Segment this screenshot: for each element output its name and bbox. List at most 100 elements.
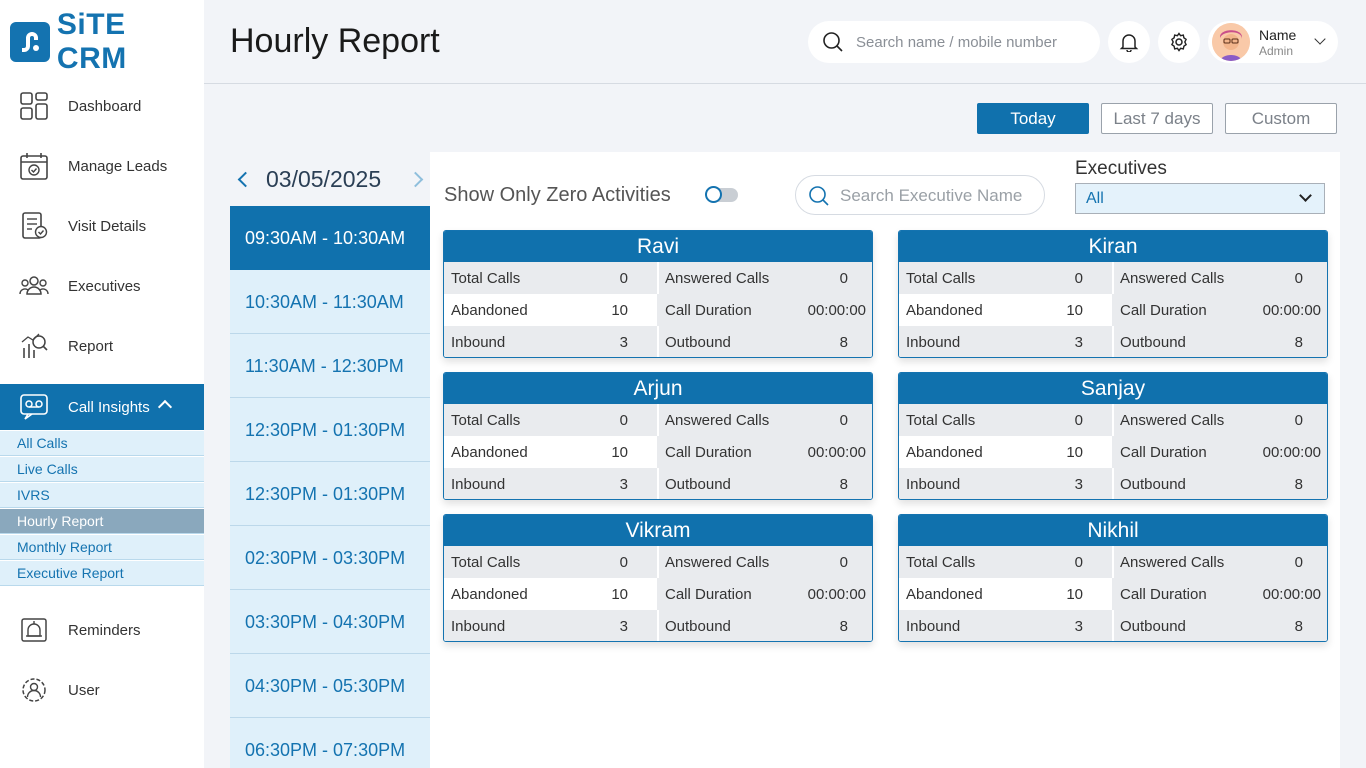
stats-row: Total Calls 0 Answered Calls 0 xyxy=(444,546,872,578)
stats-row: Abandoned 10 Call Duration 00:00:00 xyxy=(899,436,1327,468)
stat-value: 8 xyxy=(1294,476,1303,493)
stats-row: Abandoned 10 Call Duration 00:00:00 xyxy=(899,578,1327,610)
executive-search-input[interactable] xyxy=(840,185,1036,207)
stat-value: 00:00:00 xyxy=(1262,586,1321,603)
profile-name: Name xyxy=(1259,27,1297,43)
stats-row: Inbound 3 Outbound 8 xyxy=(899,326,1327,357)
stat-value: 10 xyxy=(611,444,628,461)
stat-value: 10 xyxy=(1066,586,1083,603)
app-name: SiTE CRM xyxy=(56,8,127,75)
stat-label: Answered Calls xyxy=(1120,412,1225,429)
executive-card: Vikram Total Calls 0 Answered Calls 0 Abandon… xyxy=(443,514,873,642)
stat-label: Outbound xyxy=(665,476,731,493)
stat-label: Answered Calls xyxy=(1120,270,1225,287)
sidebar-item-label: User xyxy=(68,681,100,699)
stat-value: 00:00:00 xyxy=(807,586,866,603)
next-date-icon[interactable] xyxy=(407,171,424,188)
executive-search[interactable] xyxy=(795,175,1045,215)
stat-value: 00:00:00 xyxy=(1262,444,1321,461)
logo-mark-icon xyxy=(10,22,50,62)
stat-value: 3 xyxy=(619,334,628,351)
stat-value: 0 xyxy=(619,412,628,429)
custom-range-button[interactable]: Custom xyxy=(1225,103,1337,134)
stat-label: Abandoned xyxy=(451,444,528,461)
stat-value: 0 xyxy=(1074,554,1083,571)
sidebar-item-manage-leads[interactable]: Manage Leads xyxy=(0,143,204,189)
report-panel: Show Only Zero Activities Executives All… xyxy=(430,152,1340,768)
today-button[interactable]: Today xyxy=(977,103,1089,134)
sidebar-item-dashboard[interactable]: Dashboard xyxy=(0,83,204,129)
stat-label: Abandoned xyxy=(906,302,983,319)
chevron-down-icon xyxy=(1314,33,1326,45)
stats-row: Abandoned 10 Call Duration 00:00:00 xyxy=(444,578,872,610)
stats-row: Inbound 3 Outbound 8 xyxy=(444,468,872,499)
time-slot[interactable]: 06:30PM - 07:30PM xyxy=(230,718,430,768)
stat-value: 8 xyxy=(1294,334,1303,351)
time-slot[interactable]: 09:30AM - 10:30AM xyxy=(230,206,430,270)
search-icon xyxy=(823,32,843,52)
sidebar-subitem-hourly-report[interactable]: Hourly Report xyxy=(0,509,204,534)
sidebar-item-reminders[interactable]: Reminders xyxy=(0,607,204,653)
zero-activities-label: Show Only Zero Activities xyxy=(444,184,671,206)
prev-date-icon[interactable] xyxy=(237,171,254,188)
sidebar-item-call-insights[interactable]: Call Insights xyxy=(0,384,204,430)
stat-label: Total Calls xyxy=(906,270,976,287)
stat-label: Call Duration xyxy=(665,444,752,461)
toggle-knob xyxy=(705,186,722,203)
gear-icon xyxy=(1171,32,1187,52)
sidebar-subitem-live-calls[interactable]: Live Calls xyxy=(0,457,204,482)
time-slot[interactable]: 04:30PM - 05:30PM xyxy=(230,654,430,718)
stat-value: 00:00:00 xyxy=(807,444,866,461)
executive-name: Vikram xyxy=(444,515,872,546)
user-gear-icon xyxy=(22,678,46,702)
sidebar-subitem-executive-report[interactable]: Executive Report xyxy=(0,561,204,586)
stat-label: Call Duration xyxy=(1120,586,1207,603)
stat-value: 00:00:00 xyxy=(807,302,866,319)
stat-label: Inbound xyxy=(451,476,506,493)
sidebar-subitem-monthly-report[interactable]: Monthly Report xyxy=(0,535,204,560)
executives-select[interactable]: All xyxy=(1075,183,1325,214)
calendar-check-icon xyxy=(20,153,48,180)
time-slot[interactable]: 12:30PM - 01:30PM xyxy=(230,462,430,526)
sidebar-item-visit-details[interactable]: Visit Details xyxy=(0,203,204,249)
time-slot[interactable]: 11:30AM - 12:30PM xyxy=(230,334,430,398)
executive-card: Kiran Total Calls 0 Answered Calls 0 Abandone… xyxy=(898,230,1328,358)
sidebar-subitem-all-calls[interactable]: All Calls xyxy=(0,431,204,456)
stat-value: 3 xyxy=(619,618,628,635)
time-slot[interactable]: 10:30AM - 11:30AM xyxy=(230,270,430,334)
sidebar-subitem-ivrs[interactable]: IVRS xyxy=(0,483,204,508)
time-slot[interactable]: 03:30PM - 04:30PM xyxy=(230,590,430,654)
stat-value: 3 xyxy=(1074,476,1083,493)
stat-label: Abandoned xyxy=(906,444,983,461)
stat-label: Answered Calls xyxy=(665,412,770,429)
search-icon xyxy=(809,186,829,206)
search-input[interactable] xyxy=(856,31,1086,53)
profile-menu[interactable]: Name Admin xyxy=(1208,21,1338,63)
stat-label: Total Calls xyxy=(451,412,521,429)
executive-card: Arjun Total Calls 0 Answered Calls 0 Abandone… xyxy=(443,372,873,500)
time-slot[interactable]: 02:30PM - 03:30PM xyxy=(230,526,430,590)
app-logo[interactable]: SiTE CRM xyxy=(10,8,204,75)
stat-label: Inbound xyxy=(906,334,961,351)
notifications-button[interactable] xyxy=(1108,21,1150,63)
time-slot[interactable]: 12:30PM - 01:30PM xyxy=(230,398,430,462)
sidebar-item-label: Visit Details xyxy=(68,217,147,235)
page-title: Hourly Report xyxy=(230,22,440,60)
sidebar-item-report[interactable]: Report xyxy=(0,323,204,369)
stat-label: Inbound xyxy=(451,618,506,635)
zero-activities-toggle[interactable] xyxy=(705,186,738,203)
voicemail-chat-icon xyxy=(20,394,48,420)
global-search[interactable] xyxy=(808,21,1100,63)
stat-value: 10 xyxy=(611,586,628,603)
executive-name: Sanjay xyxy=(899,373,1327,404)
settings-button[interactable] xyxy=(1158,21,1200,63)
sidebar-item-executives[interactable]: Executives xyxy=(0,263,204,309)
stat-label: Answered Calls xyxy=(1120,554,1225,571)
stat-value: 0 xyxy=(619,270,628,287)
stat-label: Outbound xyxy=(665,618,731,635)
sidebar-item-user[interactable]: User xyxy=(0,667,204,713)
sidebar-item-label: Call Insights xyxy=(68,398,150,416)
last-7-days-button[interactable]: Last 7 days xyxy=(1101,103,1213,134)
users-group-icon xyxy=(19,276,49,295)
sidebar-item-label: Report xyxy=(68,337,114,355)
